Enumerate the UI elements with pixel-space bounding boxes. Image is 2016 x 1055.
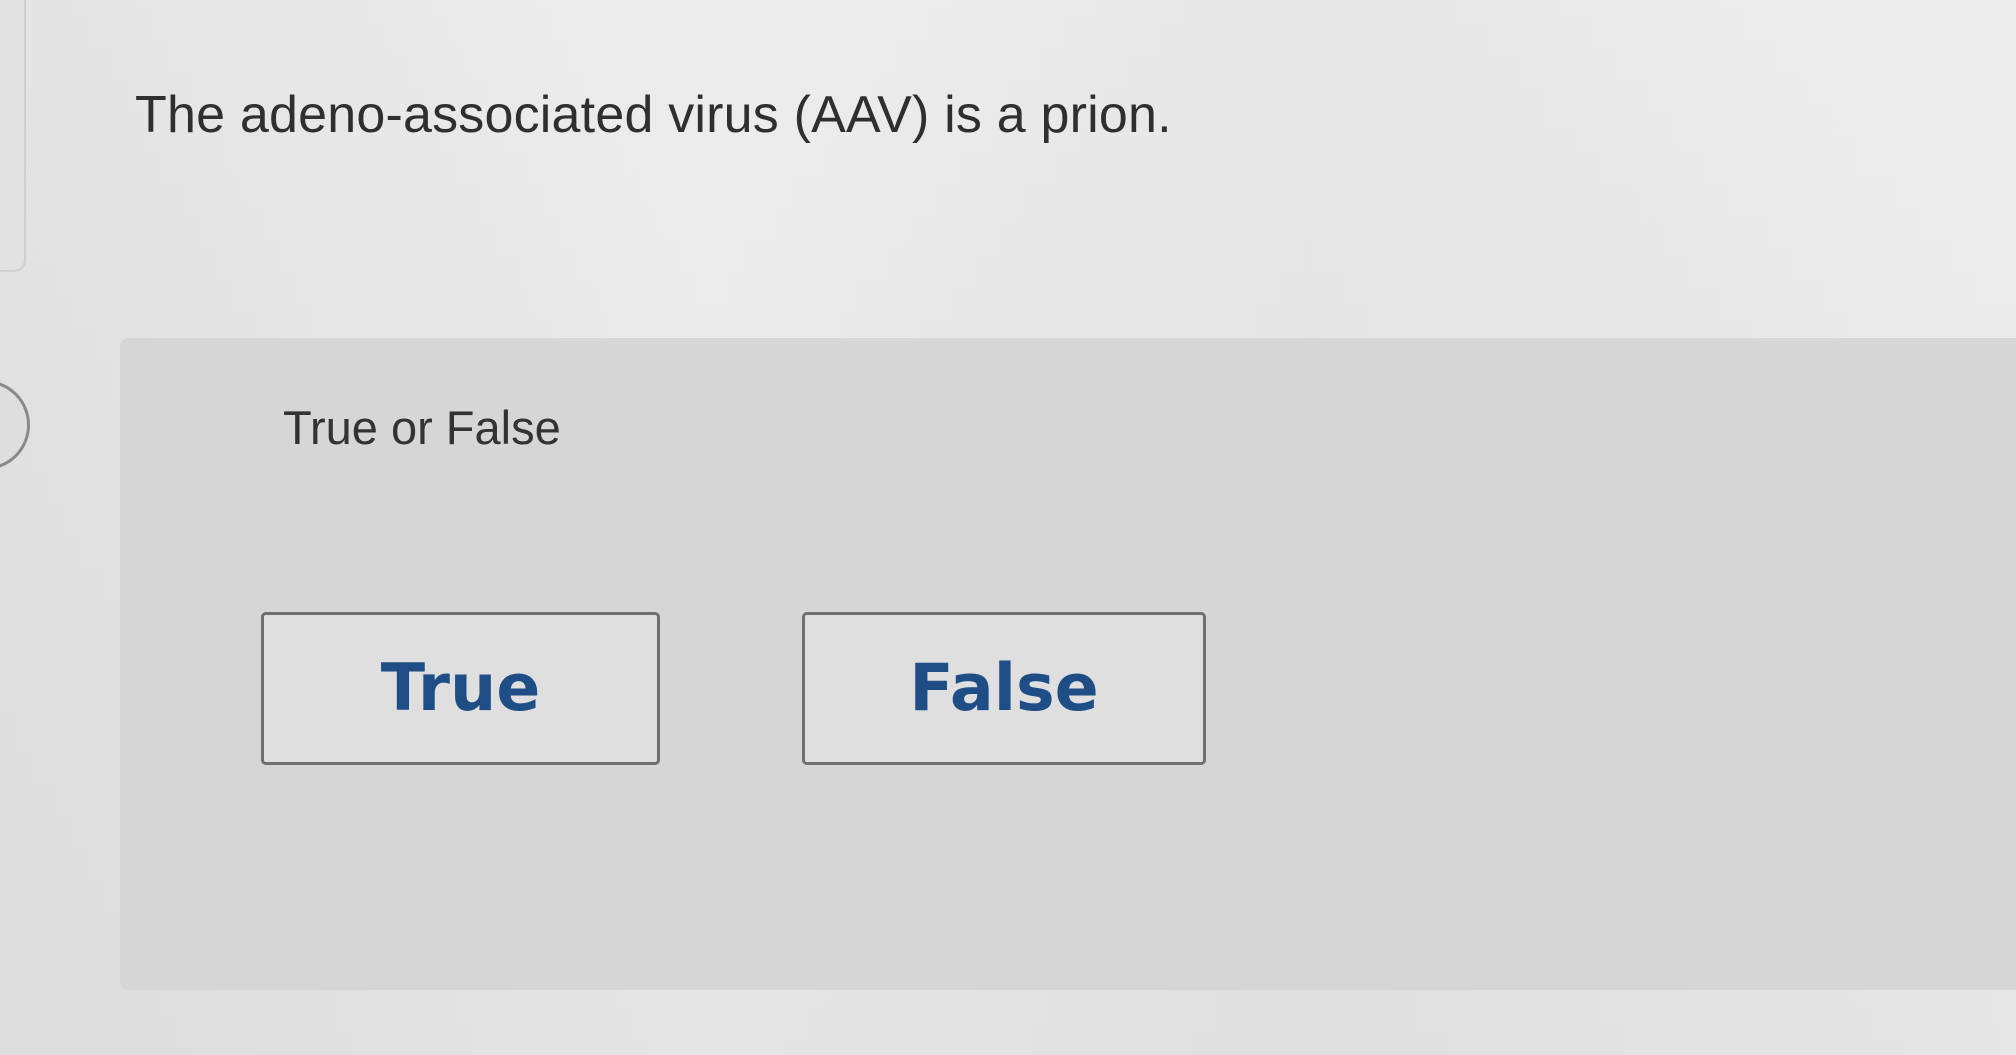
true-answer-label: True [380,651,541,726]
false-answer-label: False [909,651,1099,726]
answer-prompt: True or False [283,401,561,454]
left-sidebar-edge [0,0,26,272]
question-text: The adeno-associated virus (AAV) is a pr… [135,86,1172,144]
quiz-page: The adeno-associated virus (AAV) is a pr… [0,0,2016,1055]
true-answer-button[interactable]: True [261,612,660,765]
previous-question-button[interactable] [0,380,30,470]
false-answer-button[interactable]: False [802,612,1206,765]
